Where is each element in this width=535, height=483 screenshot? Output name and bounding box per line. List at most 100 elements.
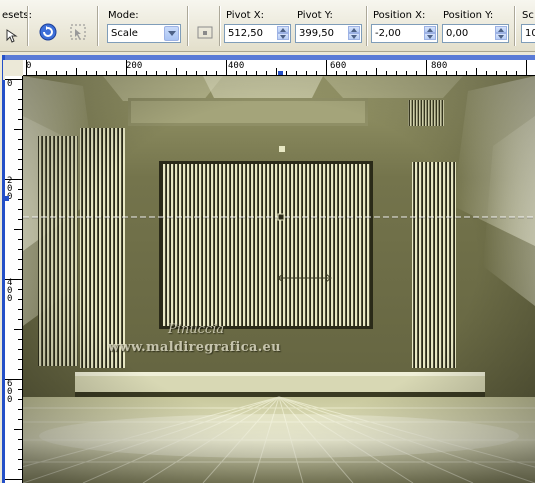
ruler-tick — [326, 60, 327, 75]
ruler-tick — [396, 71, 397, 75]
pivot-y-stepper[interactable] — [348, 26, 360, 41]
chevron-down-icon[interactable] — [164, 26, 179, 41]
ruler-tick — [266, 71, 267, 75]
ruler-tick — [18, 89, 22, 90]
ruler-tick — [18, 119, 22, 120]
ruler-tick — [18, 149, 22, 150]
ruler-tick — [86, 71, 87, 75]
presets-dropdown-button[interactable] — [0, 24, 24, 48]
ruler-tick — [18, 239, 22, 240]
watermark-name: Pinuccia — [168, 322, 225, 337]
ruler-tick — [18, 299, 22, 300]
toolbar-separator — [187, 6, 189, 46]
mode-label: Mode: — [108, 10, 139, 21]
ruler-tick — [146, 71, 147, 75]
ruler-tick — [456, 71, 457, 75]
mode-select[interactable]: Scale — [107, 24, 181, 43]
ruler-tick — [18, 359, 22, 360]
position-y-value: 0,00 — [446, 28, 469, 39]
ruler-tick — [226, 60, 227, 75]
ruler-tick — [176, 68, 177, 75]
ruler-marker-y — [5, 196, 9, 201]
pivot-icon — [197, 26, 213, 39]
ruler-tick — [96, 71, 97, 75]
pivot-x-field[interactable]: 512,50 — [224, 24, 291, 43]
ruler-tick — [18, 289, 22, 290]
spin-up-icon[interactable] — [277, 26, 289, 33]
ruler-tick — [256, 71, 257, 75]
mode-value: Scale — [111, 28, 138, 39]
ruler-tick — [5, 479, 22, 480]
ruler-tick — [18, 419, 22, 420]
spin-down-icon[interactable] — [424, 33, 436, 40]
ruler-tick — [186, 71, 187, 75]
ruler-label-v400: 4 0 0 — [7, 278, 13, 304]
ruler-tick — [286, 71, 287, 75]
ruler-tick — [116, 71, 117, 75]
ruler-tick — [18, 189, 22, 190]
ruler-tick — [14, 429, 22, 430]
ruler-tick — [18, 249, 22, 250]
ruler-tick — [486, 71, 487, 75]
ruler-tick — [316, 71, 317, 75]
image-canvas[interactable]: Pinuccia www.maldiregrafica.eu — [23, 76, 535, 483]
ruler-tick — [506, 71, 507, 75]
scale-field[interactable]: 10 — [521, 24, 535, 43]
ruler-tick — [18, 349, 22, 350]
ruler-tick — [296, 71, 297, 75]
ruler-tick — [166, 71, 167, 75]
ruler-tick — [18, 469, 22, 470]
position-y-label: Position Y: — [443, 10, 494, 21]
ruler-label-600: 600 — [330, 61, 347, 71]
ruler-tick — [476, 68, 477, 75]
ruler-tick — [156, 71, 157, 75]
ruler-tick — [216, 71, 217, 75]
ruler-tick — [246, 71, 247, 75]
ruler-tick — [336, 71, 337, 75]
apply-button[interactable] — [66, 20, 90, 44]
tool-options-toolbar: esets: Mode: Scale Pivot X: 512,50 Pivot… — [0, 0, 535, 52]
ruler-tick — [18, 269, 22, 270]
horizontal-ruler[interactable]: 0 200 400 600 800 — [23, 60, 535, 76]
ruler-tick — [196, 71, 197, 75]
ruler-tick — [446, 71, 447, 75]
ruler-tick — [416, 71, 417, 75]
ruler-tick — [18, 439, 22, 440]
position-y-field[interactable]: 0,00 — [442, 24, 509, 43]
watermark-url: www.maldiregrafica.eu — [108, 340, 281, 355]
pivot-button[interactable] — [193, 20, 217, 44]
ruler-tick — [126, 60, 127, 75]
pivot-y-field[interactable]: 399,50 — [295, 24, 362, 43]
spin-down-icon[interactable] — [348, 33, 360, 40]
position-x-field[interactable]: -2,00 — [371, 24, 438, 43]
scale-label: Sc — [522, 10, 534, 21]
ruler-tick — [5, 179, 22, 180]
ruler-tick — [18, 309, 22, 310]
reset-button[interactable] — [36, 20, 60, 44]
spin-down-icon[interactable] — [277, 33, 289, 40]
ruler-label-v600: 6 0 0 — [7, 379, 13, 405]
ruler-tick — [36, 71, 37, 75]
spin-up-icon[interactable] — [424, 26, 436, 33]
ruler-tick — [516, 71, 517, 75]
ruler-tick — [276, 68, 277, 75]
ruler-label-200: 200 — [126, 61, 143, 71]
ruler-tick — [106, 71, 107, 75]
ruler-tick — [18, 409, 22, 410]
spin-down-icon[interactable] — [495, 33, 507, 40]
position-y-stepper[interactable] — [495, 26, 507, 41]
spin-up-icon[interactable] — [495, 26, 507, 33]
ruler-tick — [18, 339, 22, 340]
vertical-ruler[interactable]: 0 2 0 0 4 0 0 6 0 0 — [5, 76, 23, 483]
ruler-tick — [18, 109, 22, 110]
ruler-tick — [18, 459, 22, 460]
pivot-x-stepper[interactable] — [277, 26, 289, 41]
toolbar-separator — [219, 6, 221, 46]
ruler-tick — [56, 71, 57, 75]
toolbar-separator — [27, 6, 29, 46]
ruler-tick — [18, 369, 22, 370]
spin-up-icon[interactable] — [348, 26, 360, 33]
ruler-tick — [5, 279, 22, 280]
position-x-stepper[interactable] — [424, 26, 436, 41]
ruler-tick — [18, 449, 22, 450]
